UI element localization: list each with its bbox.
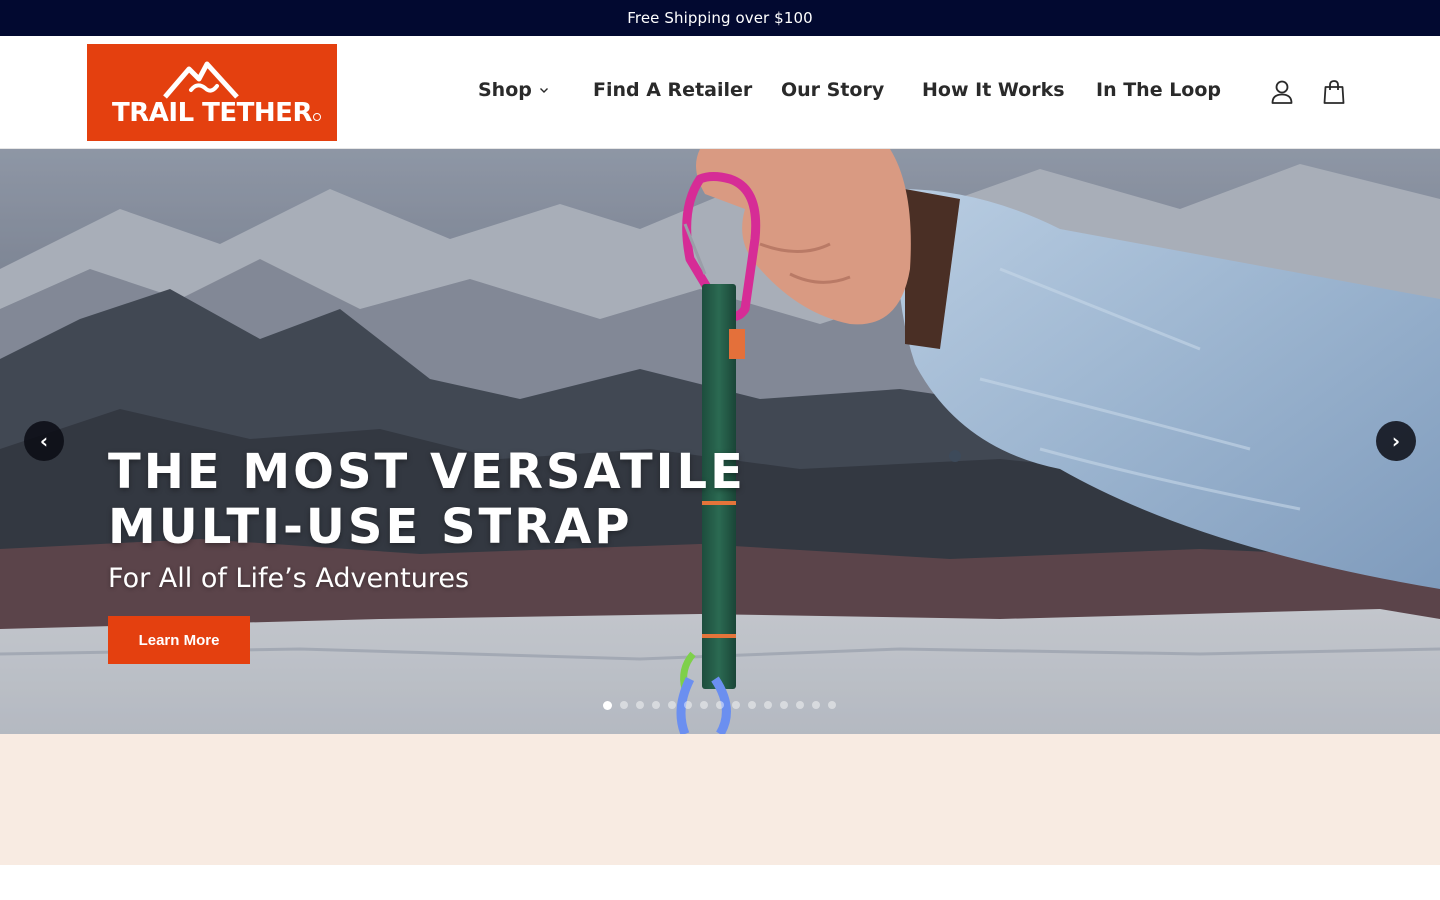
- announcement-text: Free Shipping over $100: [627, 9, 813, 27]
- nav-item-how-it-works[interactable]: How It Works: [922, 79, 1065, 101]
- chevron-down-icon: [539, 88, 548, 93]
- logo[interactable]: TRAIL TETHER: [87, 44, 337, 141]
- slider-dot[interactable]: [652, 701, 660, 709]
- site-header: TRAIL TETHER Shop Find A Retailer Our St…: [0, 36, 1440, 149]
- slider-dot[interactable]: [764, 701, 772, 709]
- slider-dot[interactable]: [796, 701, 804, 709]
- peach-section: [0, 734, 1440, 865]
- nav-item-find-a-retailer[interactable]: Find A Retailer: [593, 79, 752, 101]
- slider-dot[interactable]: [732, 701, 740, 709]
- slider-dot[interactable]: [636, 701, 644, 709]
- slider-dot[interactable]: [668, 701, 676, 709]
- slider-dot[interactable]: [780, 701, 788, 709]
- slider-dot[interactable]: [620, 701, 628, 709]
- learn-more-button[interactable]: Learn More: [108, 616, 250, 664]
- slider-dot[interactable]: [748, 701, 756, 709]
- trail-tether-logo-mark: TRAIL TETHER: [112, 61, 321, 128]
- slider-dot[interactable]: [716, 701, 724, 709]
- nav-shop-label: Shop: [478, 79, 532, 101]
- slider-prev-button[interactable]: ‹: [24, 421, 64, 461]
- slider-pagination: [603, 701, 836, 711]
- slider-dot[interactable]: [684, 701, 692, 709]
- hero-heading-line-1: THE MOST VERSATILE: [108, 444, 746, 500]
- slider-dot[interactable]: [828, 701, 836, 709]
- slider-dot[interactable]: [700, 701, 708, 709]
- account-icon[interactable]: [1270, 79, 1294, 105]
- chevron-right-icon: ›: [1391, 429, 1401, 453]
- hero-subheading: For All of Life’s Adventures: [108, 563, 470, 594]
- nav-item-in-the-loop[interactable]: In The Loop: [1096, 79, 1221, 101]
- slider-dot[interactable]: [812, 701, 820, 709]
- svg-text:TRAIL TETHER: TRAIL TETHER: [112, 98, 312, 128]
- hero-heading-line-2: MULTI-USE STRAP: [108, 499, 633, 555]
- nav-item-shop[interactable]: Shop: [478, 79, 549, 101]
- slider-dot[interactable]: [603, 701, 612, 710]
- announcement-bar: Free Shipping over $100: [0, 0, 1440, 36]
- hero-slider: THE MOST VERSATILE MULTI-USE STRAP For A…: [0, 149, 1440, 734]
- hero-heading: THE MOST VERSATILE MULTI-USE STRAP: [108, 445, 828, 555]
- chevron-left-icon: ‹: [39, 429, 49, 453]
- nav-item-our-story[interactable]: Our Story: [781, 79, 884, 101]
- shopping-bag-icon[interactable]: [1322, 79, 1346, 105]
- slider-next-button[interactable]: ›: [1376, 421, 1416, 461]
